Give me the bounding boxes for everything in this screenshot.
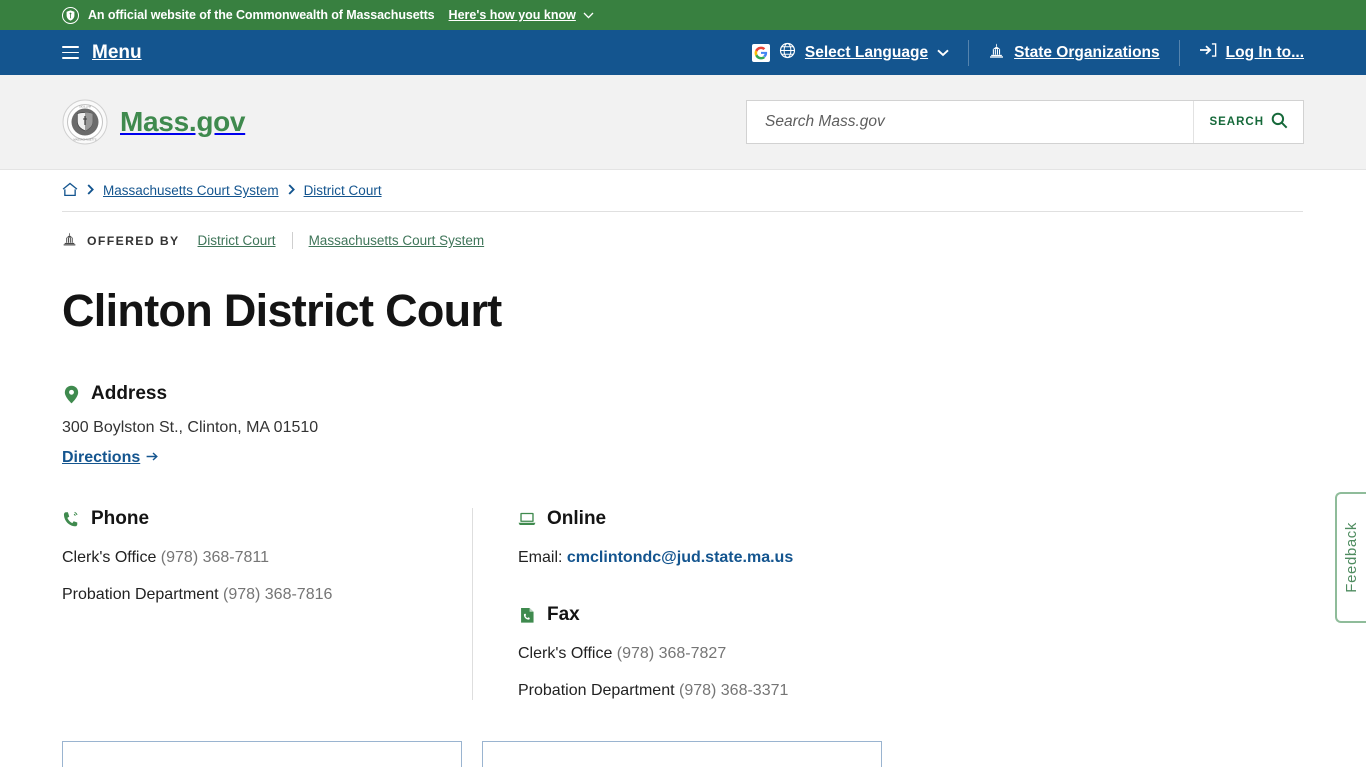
utility-nav-right-group: Select Language State Organizations Log …: [751, 30, 1366, 75]
offered-by-divider: [291, 232, 293, 249]
offered-by-label: OFFERED BY: [87, 233, 180, 248]
page-title: Clinton District Court: [62, 285, 502, 336]
search-button-label: SEARCH: [1209, 116, 1264, 128]
email-link[interactable]: cmclintondc@jud.state.ma.us: [567, 549, 793, 566]
address-heading: Address: [91, 383, 168, 404]
breadcrumb: Massachusetts Court System District Cour…: [62, 170, 1303, 212]
phone-entry-number: (978) 368-7816: [222, 586, 333, 603]
banner-text: An official website of the Commonwealth …: [88, 8, 435, 22]
arrow-right-icon: [146, 449, 159, 467]
directions-link[interactable]: Directions: [62, 449, 159, 467]
phone-heading: Phone: [91, 508, 150, 529]
email-label: Email:: [518, 549, 563, 566]
site-search: SEARCH: [746, 100, 1304, 144]
fax-entry-number: (978) 368-3371: [678, 682, 789, 699]
fax-entry-label: Probation Department: [518, 682, 675, 699]
state-organizations-button[interactable]: State Organizations: [988, 30, 1160, 75]
online-heading-row: Online: [518, 508, 1304, 530]
google-logo-icon: [751, 43, 770, 62]
svg-text:SIGILLVM: SIGILLVM: [79, 104, 91, 108]
column-divider: [472, 508, 473, 700]
fax-entry: Clerk's Office (978) 368-7827: [518, 645, 1304, 663]
svg-text:MASSACHVSETTS: MASSACHVSETTS: [74, 138, 97, 142]
nav-divider: [1178, 39, 1180, 66]
info-cards-row: [62, 741, 1304, 767]
login-arrow-icon: [1199, 42, 1217, 63]
phone-icon: [62, 511, 80, 528]
fax-entry-label: Clerk's Office: [518, 645, 613, 662]
menu-label: Menu: [92, 41, 142, 63]
laptop-icon: [518, 511, 536, 527]
fax-heading: Fax: [547, 604, 580, 625]
chevron-down-icon: [583, 8, 594, 22]
fax-icon: [518, 607, 536, 624]
feedback-tab[interactable]: Feedback: [1335, 492, 1366, 623]
feedback-label: Feedback: [1343, 522, 1360, 593]
online-section: Online Email: cmclintondc@jud.state.ma.u…: [518, 508, 1304, 567]
offered-by-row: OFFERED BY District Court Massachusetts …: [62, 232, 1304, 249]
brand-name: Mass.gov: [120, 106, 246, 137]
shield-icon: [62, 6, 79, 24]
contact-columns: Phone Clerk's Office (978) 368-7811 Prob…: [62, 508, 1304, 700]
fax-entry-number: (978) 368-7827: [616, 645, 727, 662]
hamburger-icon: [62, 46, 79, 59]
address-heading-row: Address: [62, 383, 1304, 405]
phone-section: Phone Clerk's Office (978) 368-7811 Prob…: [62, 508, 472, 700]
select-language-button[interactable]: Select Language: [751, 30, 949, 75]
breadcrumb-item-district-court[interactable]: District Court: [304, 183, 382, 198]
breadcrumb-separator: [288, 183, 295, 198]
breadcrumb-separator: [87, 183, 94, 198]
capitol-icon: [62, 232, 77, 249]
phone-heading-row: Phone: [62, 508, 472, 530]
search-button[interactable]: SEARCH: [1193, 101, 1303, 143]
email-row: Email: cmclintondc@jud.state.ma.us: [518, 549, 1304, 567]
fax-entry: Probation Department (978) 368-3371: [518, 682, 1304, 700]
directions-label: Directions: [62, 449, 141, 466]
how-you-know-label: Here's how you know: [448, 8, 576, 22]
log-in-button[interactable]: Log In to...: [1199, 30, 1304, 75]
chevron-down-icon: [937, 44, 949, 62]
offered-by-link-district-court[interactable]: District Court: [198, 233, 276, 248]
phone-entry-number: (978) 368-7811: [160, 549, 270, 566]
masgov-home-link[interactable]: SIGILLVM MASSACHVSETTS Mass.gov: [62, 99, 246, 145]
info-card[interactable]: [62, 741, 462, 767]
massachusetts-state-seal-icon: SIGILLVM MASSACHVSETTS: [62, 99, 108, 145]
nav-divider: [968, 39, 970, 66]
info-card[interactable]: [482, 741, 882, 767]
brand-and-search-band: SIGILLVM MASSACHVSETTS Mass.gov SEARCH: [0, 75, 1366, 170]
offered-by-link-court-system[interactable]: Massachusetts Court System: [309, 233, 485, 248]
phone-entry-label: Probation Department: [62, 586, 219, 603]
official-website-banner: An official website of the Commonwealth …: [0, 0, 1366, 30]
globe-icon: [779, 42, 796, 64]
address-section: Address 300 Boylston St., Clinton, MA 01…: [62, 383, 1304, 467]
online-and-fax-column: Online Email: cmclintondc@jud.state.ma.u…: [518, 508, 1304, 700]
breadcrumb-home-icon[interactable]: [62, 182, 78, 200]
fax-heading-row: Fax: [518, 604, 1304, 626]
search-input[interactable]: [747, 101, 1194, 143]
utility-navigation-bar: Menu Select Language State Organizations…: [0, 30, 1366, 75]
breadcrumb-item-court-system[interactable]: Massachusetts Court System: [103, 183, 279, 198]
select-language-label: Select Language: [804, 43, 929, 61]
heres-how-you-know-toggle[interactable]: Here's how you know: [449, 8, 594, 22]
phone-entry: Clerk's Office (978) 368-7811: [62, 549, 472, 567]
address-line: 300 Boylston St., Clinton, MA 01510: [62, 419, 319, 436]
capitol-icon: [988, 43, 1005, 63]
menu-button[interactable]: Menu: [62, 42, 142, 64]
state-organizations-label: State Organizations: [1014, 43, 1160, 61]
map-pin-icon: [62, 385, 80, 404]
phone-entry: Probation Department (978) 368-7816: [62, 586, 472, 604]
main-content: Massachusetts Court System District Cour…: [0, 170, 1366, 767]
fax-section: Fax Clerk's Office (978) 368-7827 Probat…: [518, 604, 1304, 700]
search-icon: [1271, 112, 1288, 132]
online-heading: Online: [547, 508, 607, 529]
phone-entry-label: Clerk's Office: [62, 549, 157, 566]
log-in-label: Log In to...: [1225, 43, 1304, 61]
